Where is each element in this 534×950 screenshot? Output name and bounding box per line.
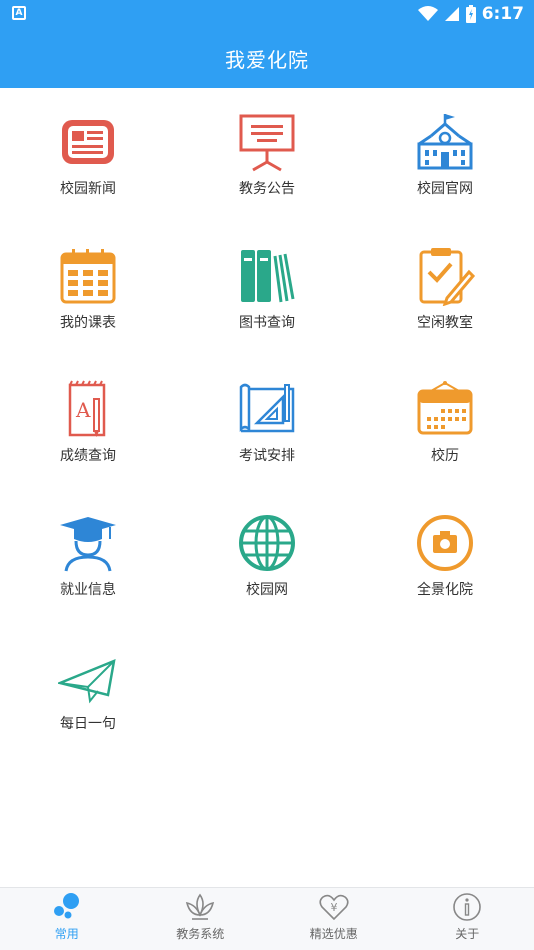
- tile-daily-quote[interactable]: 每日一句: [8, 623, 168, 733]
- school-calendar-icon: [417, 381, 473, 435]
- lotus-icon: [186, 893, 215, 920]
- graduate-icon: [60, 517, 116, 572]
- bubbles-icon: [53, 893, 79, 919]
- tile-panorama[interactable]: 全景化院: [365, 489, 525, 599]
- tile-label: 全景化院: [417, 582, 473, 598]
- ruler-blueprint-icon: [239, 383, 295, 433]
- nav-about[interactable]: 关于: [401, 888, 534, 950]
- camera-icon: [417, 515, 473, 571]
- school-building-icon: [417, 114, 473, 170]
- tile-label: 每日一句: [60, 716, 116, 732]
- clipboard-check-icon: [419, 248, 475, 306]
- app-bar: 我爱化院: [0, 28, 534, 88]
- nav-label: 常用: [54, 927, 79, 941]
- nav-deals[interactable]: ¥ 精选优惠: [267, 888, 401, 950]
- tile-library-search[interactable]: 图书查询: [187, 222, 347, 332]
- tile-label: 图书查询: [239, 315, 295, 331]
- books-icon: [241, 250, 295, 303]
- easel-board-icon: [239, 114, 295, 172]
- page-title: 我爱化院: [225, 47, 309, 72]
- nav-label: 关于: [455, 927, 480, 941]
- bottom-nav: 常用 教务系统 ¥ 精选优惠 关于: [0, 887, 534, 950]
- svg-text:¥: ¥: [330, 901, 337, 914]
- paper-plane-icon: [58, 658, 116, 704]
- tile-label: 校历: [431, 448, 459, 464]
- tile-academic-notice[interactable]: 教务公告: [187, 88, 347, 198]
- tile-grade-query[interactable]: A 成绩查询: [8, 355, 168, 465]
- nav-label: 精选优惠: [309, 927, 358, 941]
- status-right: 6:17: [417, 2, 524, 26]
- tile-my-timetable[interactable]: 我的课表: [8, 222, 168, 332]
- status-bar: A 6:17: [0, 0, 534, 28]
- tile-campus-website[interactable]: 校园官网: [365, 88, 525, 198]
- heart-yen-icon: ¥: [319, 894, 349, 921]
- nav-label: 教务系统: [176, 927, 225, 941]
- app-notification-icon: A: [12, 6, 26, 20]
- nav-common[interactable]: 常用: [0, 888, 134, 950]
- calendar-icon: [60, 249, 116, 304]
- tile-free-classroom[interactable]: 空闲教室: [365, 222, 525, 332]
- tile-label: 教务公告: [239, 181, 295, 197]
- globe-icon: [239, 515, 295, 571]
- tile-label: 校园网: [246, 582, 288, 598]
- tile-school-calendar[interactable]: 校历: [365, 355, 525, 465]
- nav-academic-system[interactable]: 教务系统: [134, 888, 268, 950]
- tile-label: 就业信息: [60, 582, 116, 598]
- svg-text:A: A: [75, 398, 91, 422]
- tile-label: 我的课表: [60, 315, 116, 331]
- status-time: 6:17: [481, 4, 524, 24]
- tile-campus-news[interactable]: 校园新闻: [8, 88, 168, 198]
- tile-employment-info[interactable]: 就业信息: [8, 489, 168, 599]
- wifi-icon: [417, 6, 438, 21]
- newspaper-icon: [62, 120, 114, 164]
- tile-label: 校园官网: [417, 181, 473, 197]
- signal-icon: [444, 7, 459, 21]
- tile-label: 空闲教室: [417, 315, 473, 331]
- tile-label: 成绩查询: [60, 448, 116, 464]
- battery-icon: [465, 5, 476, 23]
- tile-campus-network[interactable]: 校园网: [187, 489, 347, 599]
- tile-label: 考试安排: [239, 448, 295, 464]
- notebook-grade-icon: A: [68, 380, 106, 437]
- tile-label: 校园新闻: [60, 181, 116, 197]
- tile-exam-schedule[interactable]: 考试安排: [187, 355, 347, 465]
- info-icon: [453, 893, 482, 921]
